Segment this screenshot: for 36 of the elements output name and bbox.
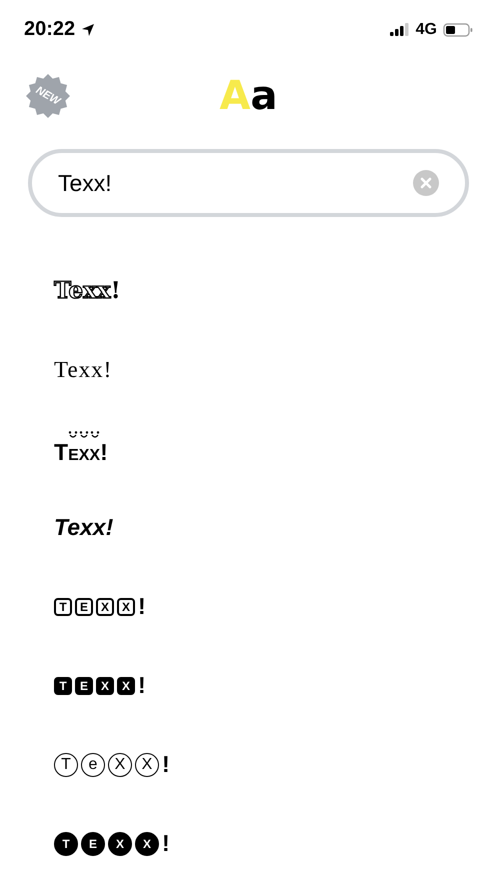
letter-tile[interactable]: T — [54, 676, 72, 694]
letter-tile[interactable]: X — [96, 598, 114, 616]
letter-tile[interactable]: X — [135, 752, 159, 776]
letter-tile[interactable]: E — [75, 598, 93, 616]
letter-tile[interactable]: E — [75, 676, 93, 694]
signal-icon — [390, 23, 410, 36]
smile-accent-icon — [90, 431, 100, 440]
exclamation-mark[interactable]: ! — [162, 830, 170, 857]
letter-tile[interactable]: E — [81, 832, 105, 856]
letter-tile[interactable]: e — [81, 752, 105, 776]
text-input[interactable]: Texx! — [58, 170, 413, 196]
exclamation-mark[interactable]: ! — [138, 672, 146, 699]
letter-tile[interactable]: X — [96, 676, 114, 694]
letter-tile[interactable]: T — [54, 752, 78, 776]
font-style-option[interactable]: Texx! — [54, 430, 108, 467]
font-style-option[interactable]: Texx! — [54, 514, 114, 542]
letter-tile[interactable]: X — [117, 676, 135, 694]
letter-tile[interactable]: T — [54, 598, 72, 616]
app-logo: Aa — [220, 73, 278, 119]
letter-tile[interactable]: X — [117, 598, 135, 616]
font-style-option[interactable]: Texx! — [54, 356, 112, 384]
battery-icon — [443, 22, 473, 36]
exclamation-mark[interactable]: ! — [138, 593, 146, 620]
letter-tile[interactable]: X — [108, 832, 132, 856]
smile-accent-icon — [79, 431, 90, 440]
font-style-option[interactable]: Texx! — [54, 276, 121, 304]
location-arrow-icon — [81, 22, 96, 36]
clear-icon[interactable] — [413, 170, 439, 196]
smile-accent-icon — [68, 431, 78, 440]
letter-tile[interactable]: X — [108, 752, 132, 776]
letter-tile[interactable]: X — [135, 832, 159, 856]
search-field[interactable]: Texx! — [28, 149, 469, 217]
exclamation-mark[interactable]: ! — [162, 751, 170, 778]
status-time: 20:22 — [24, 18, 76, 41]
letter-tile[interactable]: T — [54, 832, 78, 856]
network-label: 4G — [416, 20, 437, 38]
